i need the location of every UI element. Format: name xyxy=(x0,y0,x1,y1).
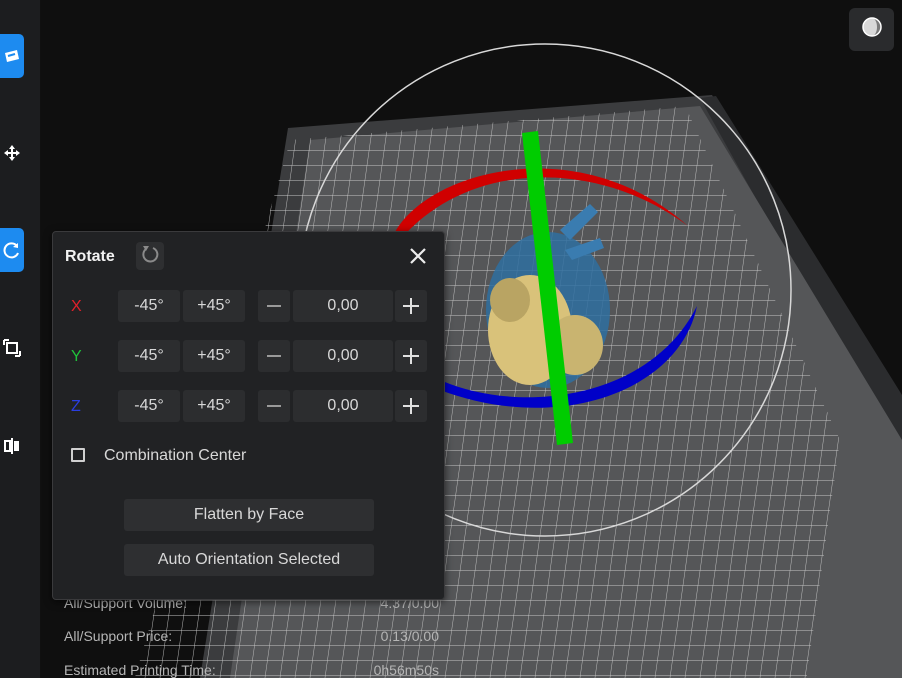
combination-center-checkbox[interactable] xyxy=(71,448,85,462)
y-decrement-button[interactable] xyxy=(258,340,290,372)
axis-row-y: Y -45° +45° 0,00 xyxy=(53,340,446,374)
plus-icon xyxy=(403,298,419,314)
left-toolbar xyxy=(0,0,41,678)
price-value: 0.13/0.00 xyxy=(380,628,439,644)
y-increment-button[interactable] xyxy=(395,340,427,372)
y-plus-45-button[interactable]: +45° xyxy=(183,340,245,372)
printing-time-label: Estimated Printing Time: xyxy=(64,662,216,678)
reset-icon xyxy=(140,244,160,269)
axis-row-x: X -45° +45° 0,00 xyxy=(53,290,446,324)
reset-rotation-button[interactable] xyxy=(136,242,164,270)
z-increment-button[interactable] xyxy=(395,390,427,422)
minus-icon xyxy=(267,405,281,407)
y-angle-input[interactable]: 0,00 xyxy=(293,340,393,372)
close-button[interactable] xyxy=(406,246,430,270)
view-mode-button[interactable] xyxy=(849,8,894,51)
rotate-icon[interactable] xyxy=(0,228,24,272)
mirror-icon[interactable] xyxy=(0,424,24,468)
minus-icon xyxy=(267,305,281,307)
z-plus-45-button[interactable]: +45° xyxy=(183,390,245,422)
y-minus-45-button[interactable]: -45° xyxy=(118,340,180,372)
axis-label-x: X xyxy=(71,298,82,315)
axis-label-z: Z xyxy=(71,398,81,415)
x-increment-button[interactable] xyxy=(395,290,427,322)
axis-label-y: Y xyxy=(71,348,82,365)
x-plus-45-button[interactable]: +45° xyxy=(183,290,245,322)
printing-time-value: 0h56m50s xyxy=(373,662,439,678)
rotate-panel: Rotate X -45° +45° 0,00 Y -45° +45° 0,00… xyxy=(52,231,445,600)
plus-icon xyxy=(403,348,419,364)
move-icon[interactable] xyxy=(0,131,24,175)
combination-center-label: Combination Center xyxy=(104,447,247,464)
view-sphere-icon xyxy=(861,16,883,43)
x-angle-input[interactable]: 0,00 xyxy=(293,290,393,322)
axis-row-z: Z -45° +45° 0,00 xyxy=(53,390,446,424)
x-minus-45-button[interactable]: -45° xyxy=(118,290,180,322)
plus-icon xyxy=(403,398,419,414)
close-icon xyxy=(409,247,427,270)
z-decrement-button[interactable] xyxy=(258,390,290,422)
scale-icon[interactable] xyxy=(0,326,24,370)
z-angle-input[interactable]: 0,00 xyxy=(293,390,393,422)
minus-icon xyxy=(267,355,281,357)
x-decrement-button[interactable] xyxy=(258,290,290,322)
price-label: All/Support Price: xyxy=(64,628,173,644)
auto-orientation-button[interactable]: Auto Orientation Selected xyxy=(124,544,374,576)
slice-icon[interactable] xyxy=(0,34,24,78)
panel-title: Rotate xyxy=(65,248,115,265)
z-minus-45-button[interactable]: -45° xyxy=(118,390,180,422)
flatten-by-face-button[interactable]: Flatten by Face xyxy=(124,499,374,531)
